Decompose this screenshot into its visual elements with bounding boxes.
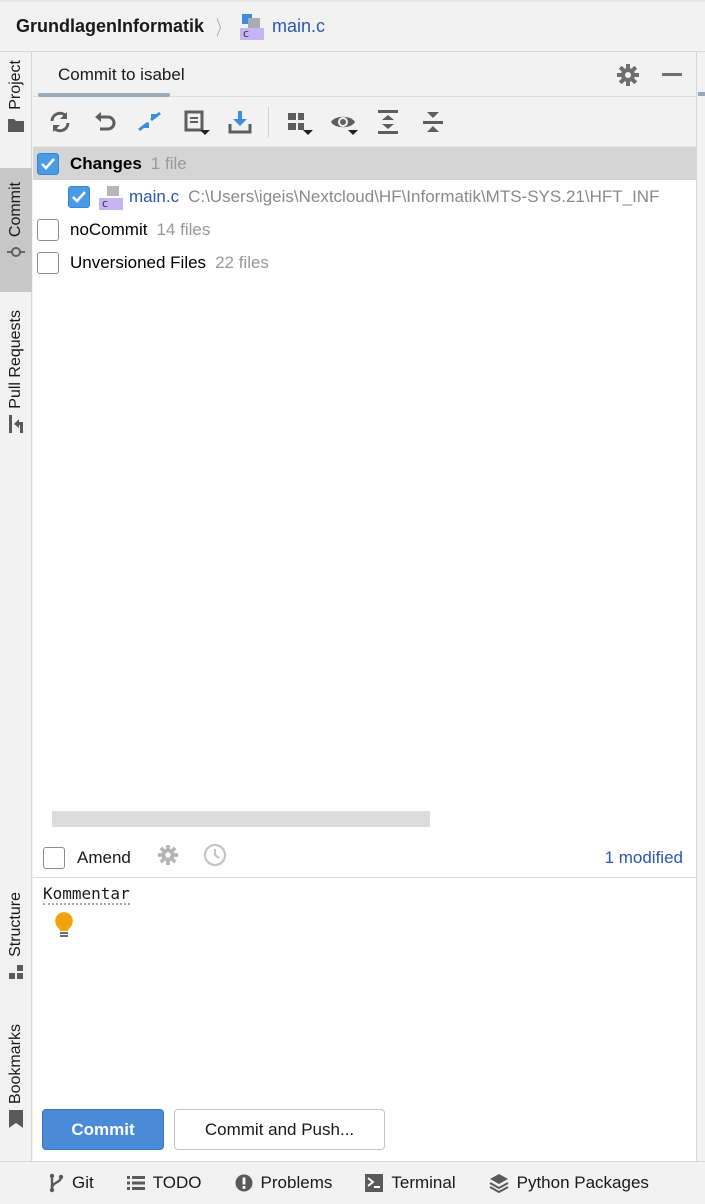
lightbulb-icon[interactable]: [53, 911, 75, 944]
commit-icon: [7, 243, 25, 261]
checkmark-icon: [72, 190, 86, 203]
commit-button[interactable]: Commit: [42, 1109, 164, 1150]
changelist-button[interactable]: [180, 107, 210, 137]
commit-toolbar: [33, 97, 696, 147]
tool-tab-label: Structure: [7, 892, 24, 957]
tool-tab-structure[interactable]: Structure: [0, 892, 32, 996]
commit-options-gear-icon[interactable]: [157, 844, 179, 871]
structure-icon: [7, 963, 25, 981]
history-clock-icon[interactable]: [203, 843, 227, 872]
active-tab-indicator: [38, 93, 170, 97]
changelist-count: 14 files: [156, 219, 211, 239]
show-diff-button[interactable]: [135, 107, 165, 137]
changes-tree: Changes 1 file c main.c C:\Users\igeis\N…: [33, 147, 696, 807]
bottom-tab-terminal[interactable]: Terminal: [365, 1173, 456, 1193]
folder-icon: [7, 116, 25, 134]
git-branch-icon: [48, 1173, 64, 1193]
tool-tab-label: Project: [7, 60, 24, 110]
bottom-tab-todo[interactable]: TODO: [126, 1173, 202, 1193]
collapse-all-button[interactable]: [418, 107, 448, 137]
commit-buttons: Commit Commit and Push...: [33, 1109, 696, 1161]
rollback-button[interactable]: [90, 107, 120, 137]
group-by-button[interactable]: [283, 107, 313, 137]
modified-count-link[interactable]: 1 modified: [605, 848, 683, 868]
bottom-tab-python-packages[interactable]: Python Packages: [489, 1173, 649, 1193]
changelist-count: 22 files: [215, 252, 269, 272]
ide-window: GrundlagenInformatik 〉 c main.c Project …: [0, 0, 705, 1204]
left-tool-strip: Project Commit Pull Requests Structure B…: [0, 52, 32, 1161]
gear-icon[interactable]: [616, 63, 640, 87]
tool-tab-label: Bookmarks: [7, 1024, 24, 1105]
checkmark-icon: [41, 157, 55, 170]
changelist-label: noCommit: [70, 219, 148, 239]
changelist-label: Unversioned Files: [70, 252, 207, 272]
list-icon: [126, 1175, 145, 1191]
amend-row: Amend 1 modified: [33, 838, 696, 878]
changelist-changes[interactable]: Changes 1 file: [33, 147, 696, 180]
tool-tab-label: Commit: [7, 182, 24, 238]
right-tool-strip: [696, 52, 705, 1161]
minimize-icon[interactable]: [662, 73, 682, 76]
pull-request-icon: [7, 414, 25, 433]
unversioned-checkbox[interactable]: [37, 251, 59, 274]
amend-label: Amend: [77, 847, 131, 867]
changelist-label: Changes: [70, 153, 142, 173]
amend-checkbox[interactable]: [43, 846, 65, 869]
layers-icon: [489, 1173, 509, 1193]
tool-tab-label: Pull Requests: [7, 310, 24, 409]
tool-tab-bookmarks[interactable]: Bookmarks: [0, 1024, 32, 1146]
view-options-button[interactable]: [328, 107, 358, 137]
toolbar-separator: [268, 106, 269, 137]
commit-message-editor[interactable]: Kommentar: [33, 879, 696, 1109]
download-icon: [228, 110, 252, 133]
breadcrumb-file[interactable]: main.c: [272, 16, 325, 37]
nocommit-checkbox[interactable]: [37, 218, 59, 241]
navigation-bar: GrundlagenInformatik 〉 c main.c: [0, 0, 705, 52]
file-path: C:\Users\igeis\Nextcloud\HF\Informatik\M…: [188, 186, 660, 206]
file-row[interactable]: c main.c C:\Users\igeis\Nextcloud\HF\Inf…: [33, 180, 696, 213]
changelist-unversioned[interactable]: Unversioned Files 22 files: [33, 246, 696, 279]
terminal-icon: [365, 1174, 384, 1192]
tool-window-header: Commit to isabel: [33, 52, 696, 97]
bookmark-icon: [7, 1110, 25, 1129]
tool-tab-pull-requests[interactable]: Pull Requests: [0, 310, 32, 450]
horizontal-scrollbar[interactable]: [52, 811, 430, 827]
tool-tab-commit[interactable]: Commit: [0, 168, 32, 292]
undo-icon: [95, 111, 116, 130]
commit-message-text: Kommentar: [43, 884, 130, 905]
tool-tab-project[interactable]: Project: [0, 60, 32, 152]
diff-arrows-icon: [138, 111, 161, 131]
tab-commit-to[interactable]: Commit to isabel: [58, 65, 185, 85]
refresh-icon: [50, 111, 70, 132]
collapse-all-icon: [423, 111, 443, 132]
refresh-button[interactable]: [45, 107, 75, 137]
commit-and-push-button[interactable]: Commit and Push...: [174, 1109, 385, 1150]
problems-icon: [235, 1174, 253, 1192]
c-file-icon: c: [99, 184, 123, 210]
bottom-tool-bar: Git TODO Problems Terminal Python Packag…: [0, 1161, 705, 1204]
bottom-tab-label: Problems: [260, 1173, 333, 1192]
changes-checkbox[interactable]: [37, 152, 59, 175]
file-checkbox[interactable]: [68, 185, 90, 208]
expand-all-button[interactable]: [373, 107, 403, 137]
file-name: main.c: [129, 186, 180, 206]
bottom-tab-label: Python Packages: [516, 1173, 649, 1192]
breadcrumb-separator: 〉: [216, 18, 229, 40]
update-button[interactable]: [225, 107, 255, 137]
bottom-tab-git[interactable]: Git: [48, 1173, 94, 1193]
bottom-tab-label: TODO: [152, 1173, 202, 1192]
c-file-icon: c: [240, 13, 265, 40]
commit-tool-window: Commit to isabel Changes 1 file c main.c…: [33, 52, 696, 1161]
bottom-tab-label: Terminal: [391, 1173, 456, 1192]
changelist-count: 1 file: [150, 153, 187, 173]
bottom-tab-problems[interactable]: Problems: [235, 1173, 333, 1193]
expand-all-icon: [378, 109, 398, 134]
scroll-marker: [698, 92, 705, 96]
bottom-tab-label: Git: [72, 1173, 94, 1192]
changelist-nocommit[interactable]: noCommit 14 files: [33, 213, 696, 246]
breadcrumb-project[interactable]: GrundlagenInformatik: [16, 16, 204, 37]
